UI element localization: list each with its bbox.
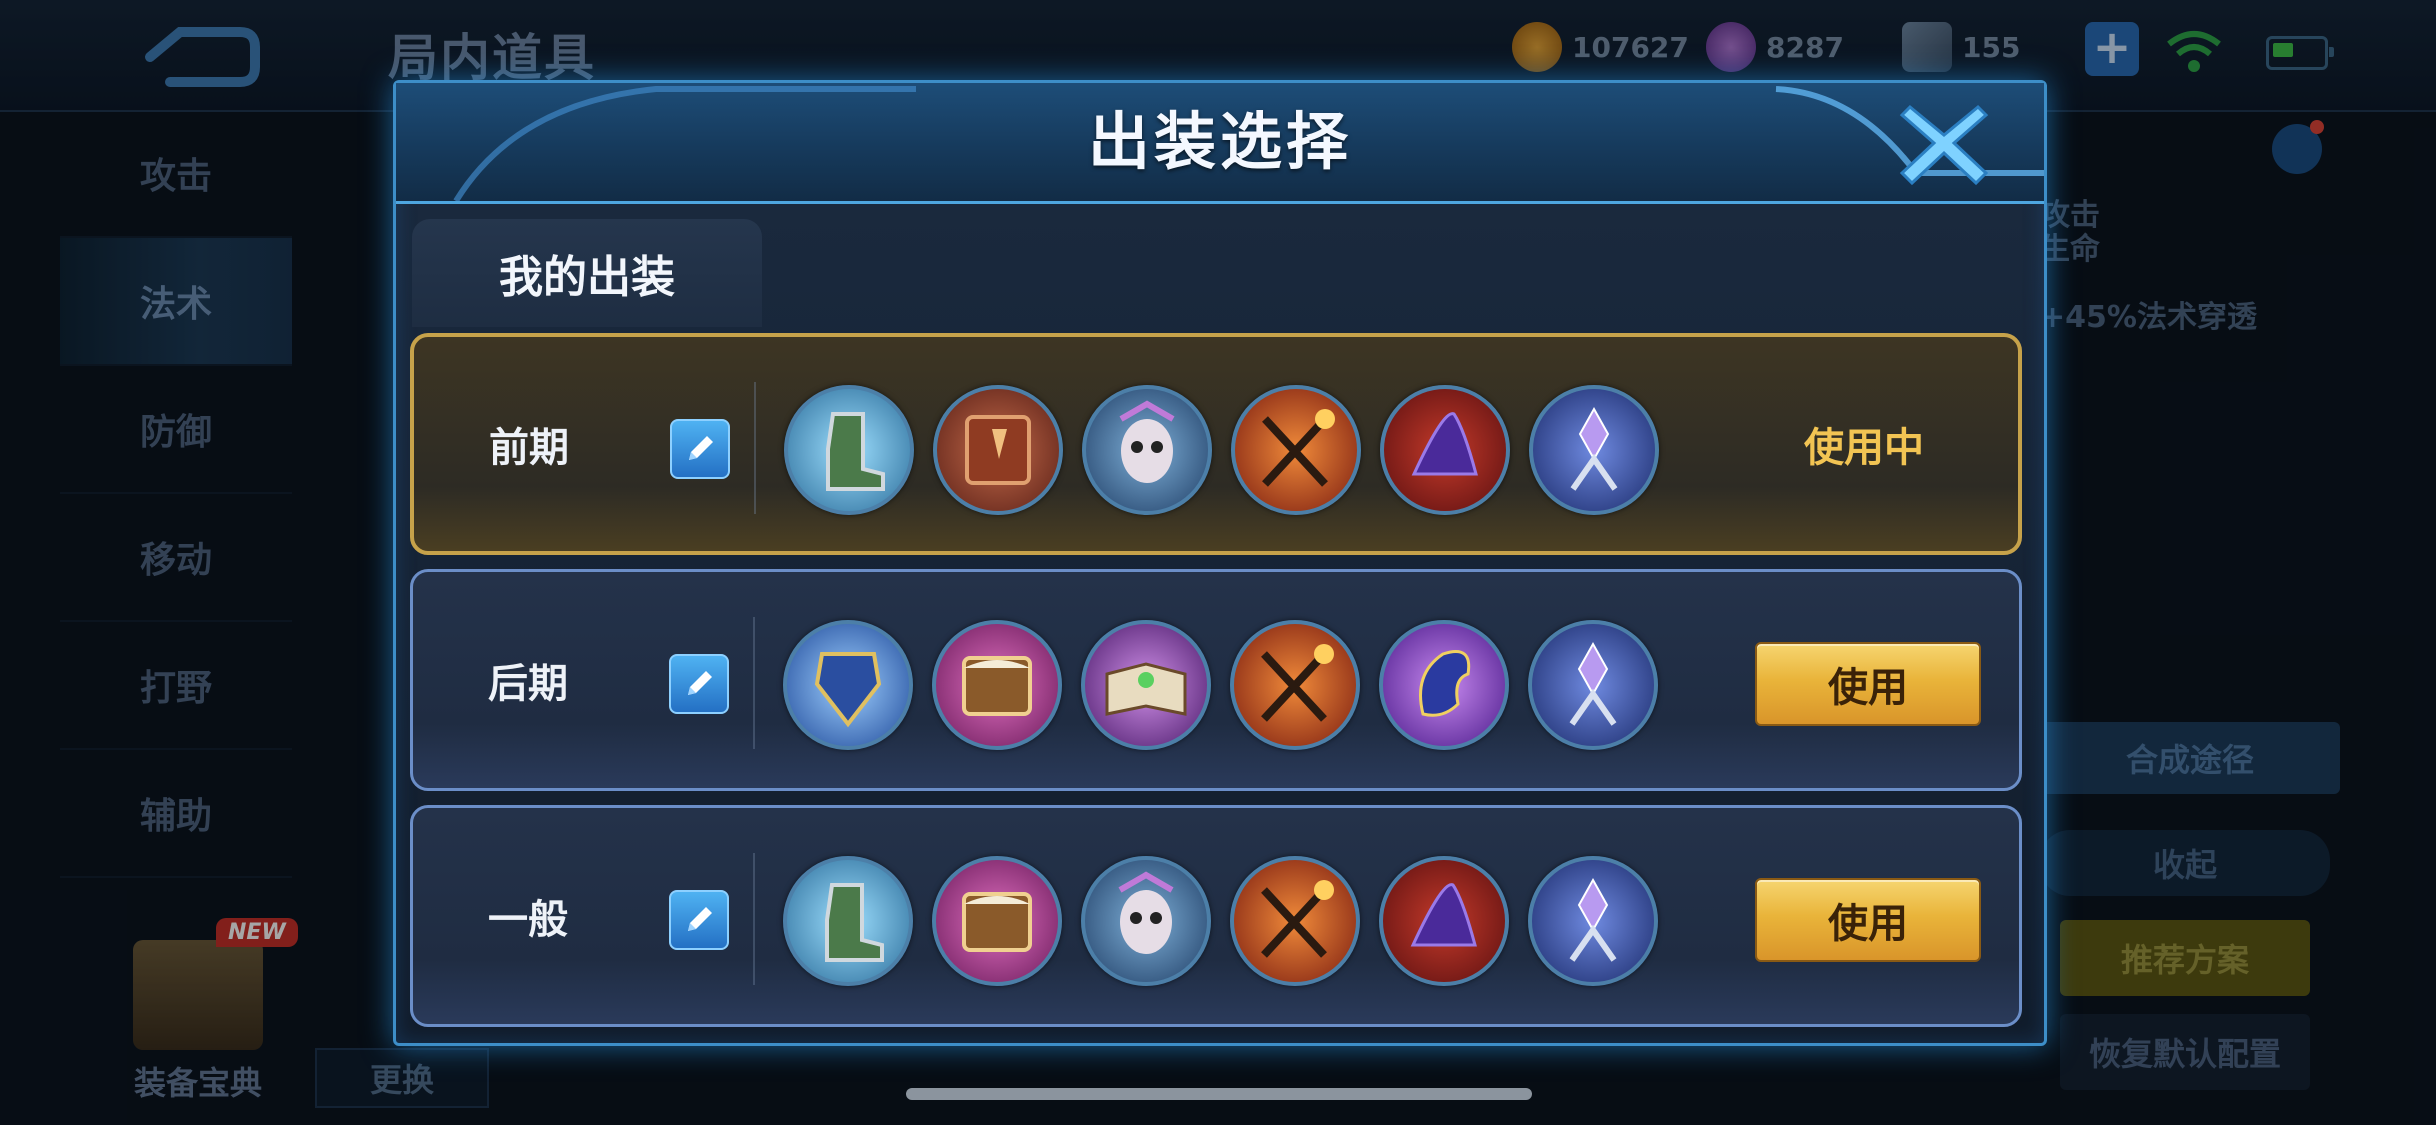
build-row-general[interactable]: 一般 使用 [410,805,2022,1027]
pencil-icon [689,436,713,460]
build-row-early[interactable]: 前期 使用中 [410,333,2022,555]
fire-staff-icon[interactable] [1230,620,1360,750]
row-divider [753,617,755,749]
fire-staff-icon[interactable] [1231,385,1361,515]
red-tome-icon[interactable] [933,385,1063,515]
golden-tome-icon[interactable] [932,620,1062,750]
close-button[interactable] [1896,97,1992,189]
tab-my-builds[interactable]: 我的出装 [412,219,762,327]
row-divider [753,853,755,985]
row-divider [754,382,756,514]
edit-build-button[interactable] [669,890,729,950]
crystal-staff-icon[interactable] [1528,620,1658,750]
armor-icon[interactable] [783,620,913,750]
purple-hat-icon[interactable] [1380,385,1510,515]
use-build-button[interactable]: 使用 [1755,642,1981,726]
boots-icon[interactable] [783,856,913,986]
boots-icon[interactable] [784,385,914,515]
dragon-icon[interactable] [1379,620,1509,750]
dialog-header: 出装选择 [396,83,2044,204]
dialog-title: 出装选择 [1087,105,1352,178]
in-use-status: 使用中 [1804,425,1924,471]
build-name: 后期 [488,661,568,707]
item-list [783,856,1677,986]
build-name: 一般 [488,897,568,943]
crystal-staff-icon[interactable] [1528,856,1658,986]
home-indicator[interactable] [906,1088,1532,1100]
build-row-late[interactable]: 后期 使用 [410,569,2022,791]
golden-tome-icon[interactable] [932,856,1062,986]
fire-staff-icon[interactable] [1230,856,1360,986]
skull-mask-icon[interactable] [1081,856,1211,986]
purple-hat-icon[interactable] [1379,856,1509,986]
item-list [783,620,1677,750]
item-list [784,385,1678,515]
edit-build-button[interactable] [670,419,730,479]
skull-mask-icon[interactable] [1082,385,1212,515]
build-name: 前期 [489,425,569,471]
crystal-staff-icon[interactable] [1529,385,1659,515]
build-select-dialog: 出装选择 我的出装 前期 使用中 后期 使用 一般 使用 [393,80,2047,1046]
pencil-icon [688,907,712,931]
edit-build-button[interactable] [669,654,729,714]
green-book-icon[interactable] [1081,620,1211,750]
close-icon [1899,104,1989,186]
pencil-icon [688,671,712,695]
use-build-button[interactable]: 使用 [1755,878,1981,962]
